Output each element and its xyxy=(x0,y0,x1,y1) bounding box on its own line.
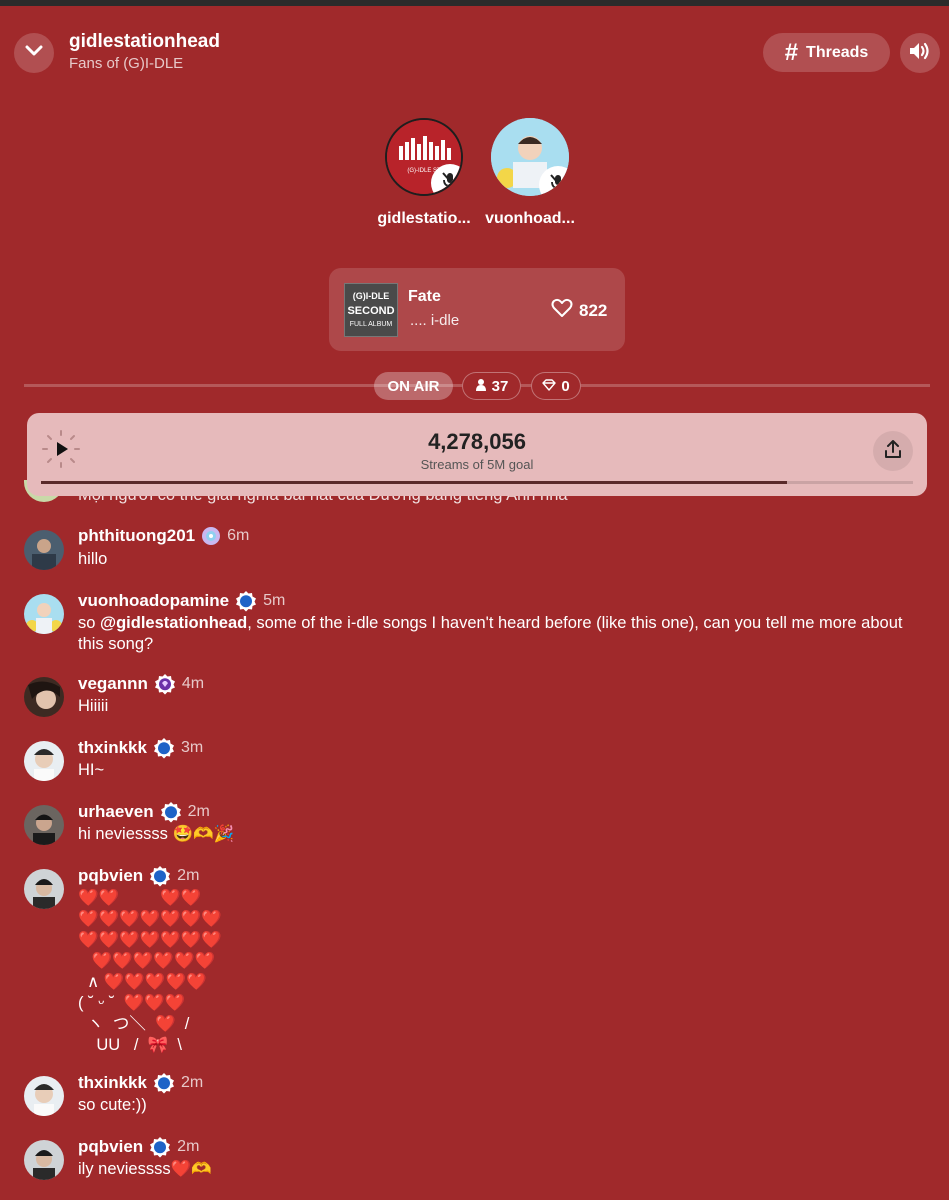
avatar[interactable] xyxy=(24,530,64,570)
chat-timestamp: 2m xyxy=(180,1074,204,1091)
chat-username[interactable]: thxinkkk xyxy=(78,1073,147,1093)
station-title[interactable]: gidlestationhead xyxy=(69,31,220,53)
avatar[interactable] xyxy=(24,741,64,781)
share-icon xyxy=(884,439,902,464)
profile-photo-icon xyxy=(24,741,64,781)
chat-timestamp: 4m xyxy=(181,675,205,692)
collapse-button[interactable] xyxy=(14,33,54,73)
avatar: (G)-IDLE ST xyxy=(385,118,463,196)
avatar[interactable] xyxy=(24,1140,64,1180)
chat-username[interactable]: pqbvien xyxy=(78,866,143,886)
profile-photo-icon xyxy=(24,1076,64,1116)
mic-off-icon xyxy=(549,173,567,197)
like-button[interactable]: 822 xyxy=(551,298,607,323)
chat-username[interactable]: urhaeven xyxy=(78,802,154,822)
stream-goal-progress-fill xyxy=(41,481,788,484)
window-top-edge xyxy=(0,0,949,6)
chat-message-text: ily neviessss❤️🫶 xyxy=(78,1160,212,1178)
chat-timestamp: 2m xyxy=(177,867,200,884)
gem-count: 0 xyxy=(561,377,570,395)
gem-count-pill[interactable]: 0 xyxy=(531,372,581,400)
chat-timestamp: 2m xyxy=(187,803,210,820)
chat-timestamp: 5m xyxy=(263,592,286,609)
stream-goal-progress xyxy=(41,481,913,484)
svg-text:(G)I-DLE: (G)I-DLE xyxy=(353,291,390,301)
chat-message-text: Hiiiii xyxy=(78,697,109,715)
mic-muted-badge xyxy=(431,164,461,195)
purple-badge-icon xyxy=(154,673,176,695)
diamond-icon xyxy=(542,378,557,395)
listener-count: 37 xyxy=(491,377,509,395)
on-air-badge: ON AIR xyxy=(374,372,453,400)
threads-label: Threads xyxy=(806,43,869,61)
mic-off-icon xyxy=(441,171,459,195)
share-button[interactable] xyxy=(873,431,913,471)
heart-icon xyxy=(551,298,573,323)
chat-username[interactable]: vegannn xyxy=(78,674,148,694)
verified-badge-icon xyxy=(153,737,175,759)
profile-photo-icon xyxy=(24,677,64,717)
station-subtitle: Fans of (G)I-DLE xyxy=(69,55,184,72)
chat-message-text: ❤️❤️ ❤️❤️ ❤️❤️❤️❤️❤️❤️❤️ ❤️❤️❤️❤️❤️❤️❤️ … xyxy=(78,889,222,1054)
verified-badge-icon xyxy=(235,590,257,612)
profile-photo-icon xyxy=(24,869,64,909)
chat-message-text: hillo xyxy=(78,550,108,568)
chat-username[interactable]: thxinkkk xyxy=(78,738,147,758)
chat-message-text: so cute:)) xyxy=(78,1096,147,1114)
chat-timestamp: 6m xyxy=(227,527,250,544)
host-name: gidlestatio... xyxy=(377,210,471,227)
listener-count-pill[interactable]: 37 xyxy=(462,372,521,400)
svg-text:FULL ALBUM: FULL ALBUM xyxy=(350,321,393,328)
avatar[interactable] xyxy=(24,594,64,634)
avatar[interactable] xyxy=(24,677,64,717)
chat-timestamp: 3m xyxy=(180,739,204,756)
person-icon xyxy=(475,378,487,395)
verified-badge-icon xyxy=(149,865,171,887)
chat-text-segment: so xyxy=(78,614,101,632)
profile-photo-icon xyxy=(24,805,64,845)
chat-message-text: so @gidlestationhead, some of the i-dle … xyxy=(78,613,928,655)
stream-goal-label: Streams of 5M goal xyxy=(420,457,534,472)
threads-button[interactable]: # Threads xyxy=(763,33,890,72)
svg-text:SECOND: SECOND xyxy=(347,305,394,317)
verified-badge-icon xyxy=(149,1136,171,1158)
chevron-down-icon xyxy=(25,44,43,62)
volume-button[interactable] xyxy=(900,33,940,73)
flower-badge-icon xyxy=(201,526,221,546)
host-vuonhoadopamine[interactable]: vuonhoad... xyxy=(470,118,590,228)
avatar xyxy=(491,118,569,196)
chat-timestamp: 2m xyxy=(177,1138,200,1155)
like-count: 822 xyxy=(579,300,608,320)
user-mention[interactable]: @gidlestationhead xyxy=(100,614,247,632)
album-art: (G)I-DLE SECOND FULL ALBUM xyxy=(344,283,398,337)
song-title: Fate xyxy=(408,288,441,305)
now-playing-card[interactable]: (G)I-DLE SECOND FULL ALBUM Fate .... i-d… xyxy=(329,268,625,351)
avatar[interactable] xyxy=(24,1076,64,1116)
song-artist: .... i-dle xyxy=(410,312,460,329)
stream-goal-bar: 4,278,056 Streams of 5M goal xyxy=(27,413,927,496)
chat-username[interactable]: vuonhoadopamine xyxy=(78,591,229,611)
chat-message-text: hi neviessss 🤩🫶🎉 xyxy=(78,825,235,843)
chat-username[interactable]: phthituong201 xyxy=(78,526,195,546)
verified-badge-icon xyxy=(160,801,182,823)
hashtag-icon: # xyxy=(784,38,799,66)
avatar[interactable] xyxy=(24,869,64,909)
host-gidlestationhead[interactable]: (G)-IDLE ST gidlestatio... xyxy=(364,118,484,228)
profile-photo-icon xyxy=(24,594,64,634)
profile-photo-icon xyxy=(24,1140,64,1180)
album-cover-icon: (G)I-DLE SECOND FULL ALBUM xyxy=(345,284,397,336)
profile-photo-icon xyxy=(24,530,64,570)
host-name: vuonhoad... xyxy=(485,210,575,227)
chat-username[interactable]: pqbvien xyxy=(78,1137,143,1157)
verified-badge-icon xyxy=(153,1072,175,1094)
stream-count: 4,278,056 xyxy=(428,429,526,454)
chat-message-text: HI~ xyxy=(78,761,105,779)
avatar[interactable] xyxy=(24,805,64,845)
speaker-icon xyxy=(908,41,932,66)
